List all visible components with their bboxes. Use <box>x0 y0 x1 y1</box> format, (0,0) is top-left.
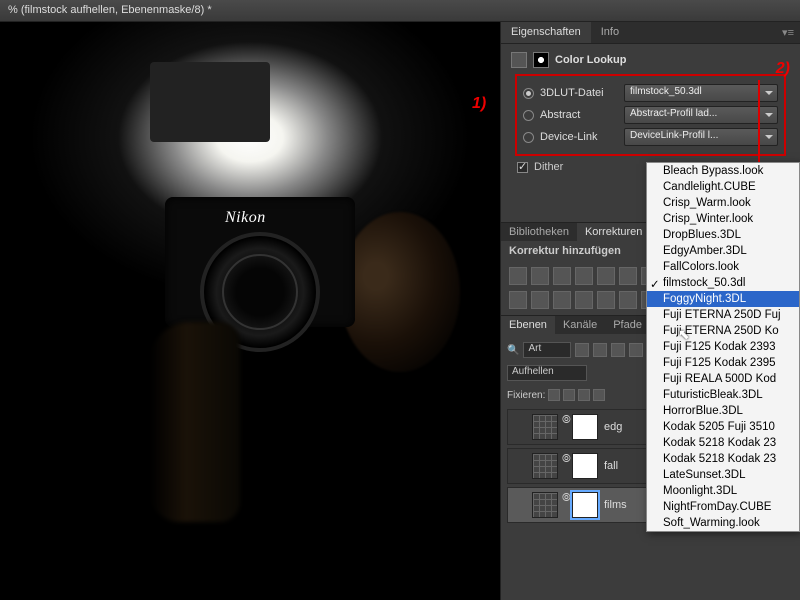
layer-thumb[interactable] <box>532 414 558 440</box>
lut-option[interactable]: Bleach Bypass.look <box>647 163 799 179</box>
checkbox-dither[interactable] <box>517 162 528 173</box>
lut-option[interactable]: FallColors.look <box>647 259 799 275</box>
lock-all-icon[interactable] <box>593 389 605 401</box>
radio-abstract[interactable] <box>523 110 534 121</box>
layer-thumb[interactable] <box>532 492 558 518</box>
adj-brightness-icon[interactable] <box>509 267 527 285</box>
layer-thumb[interactable] <box>532 453 558 479</box>
lock-label: Fixieren: <box>507 390 545 401</box>
dropdown-abstract[interactable]: Abstract-Profil lad... <box>624 106 778 124</box>
lut-option[interactable]: Fuji REALA 500D Kod <box>647 371 799 387</box>
annotation-2: 2) <box>776 60 790 78</box>
lut-option[interactable]: LateSunset.3DL <box>647 467 799 483</box>
lut-option[interactable]: filmstock_50.3dl <box>647 275 799 291</box>
tab-eigenschaften[interactable]: Eigenschaften <box>501 22 591 43</box>
lut-option[interactable]: Fuji ETERNA 250D Fuj <box>647 307 799 323</box>
lut-option[interactable]: Crisp_Winter.look <box>647 211 799 227</box>
label-abstract: Abstract <box>540 109 618 121</box>
adj-channel-mixer-icon[interactable] <box>531 291 549 309</box>
label-devicelink: Device-Link <box>540 131 618 143</box>
lut-option[interactable]: HorrorBlue.3DL <box>647 403 799 419</box>
lut-option[interactable]: Kodak 5218 Kodak 23 <box>647 451 799 467</box>
image-content <box>150 62 270 142</box>
adj-vibrance-icon[interactable] <box>597 267 615 285</box>
tab-korrekturen[interactable]: Korrekturen <box>577 223 650 241</box>
radio-3dlut[interactable] <box>523 88 534 99</box>
blend-mode-dropdown[interactable]: Aufhellen <box>507 365 587 381</box>
dropdown-devicelink[interactable]: DeviceLink-Profil l... <box>624 128 778 146</box>
lut-option[interactable]: Fuji F125 Kodak 2395 <box>647 355 799 371</box>
lut-option[interactable]: NightFromDay.CUBE <box>647 499 799 515</box>
layer-filter-kind[interactable]: Art <box>523 342 571 358</box>
tab-bibliotheken[interactable]: Bibliotheken <box>501 223 577 241</box>
adj-photo-filter-icon[interactable] <box>509 291 527 309</box>
lut-option[interactable]: Kodak 5218 Kodak 23 <box>647 435 799 451</box>
filter-shape-icon[interactable] <box>629 343 643 357</box>
lut-option[interactable]: EdgyAmber.3DL <box>647 243 799 259</box>
tab-info[interactable]: Info <box>591 22 629 43</box>
panel-title: Color Lookup <box>555 54 627 66</box>
adj-exposure-icon[interactable] <box>575 267 593 285</box>
filter-type-icon[interactable] <box>611 343 625 357</box>
filter-pixel-icon[interactable] <box>575 343 589 357</box>
document-title: % (filmstock aufhellen, Ebenenmaske/8) * <box>0 0 800 22</box>
adj-threshold-icon[interactable] <box>619 291 637 309</box>
mask-thumb[interactable] <box>572 492 598 518</box>
mask-thumb[interactable] <box>572 414 598 440</box>
adj-posterize-icon[interactable] <box>597 291 615 309</box>
adj-invert-icon[interactable] <box>575 291 593 309</box>
grid-icon <box>511 52 527 68</box>
adj-lut-icon[interactable] <box>553 291 571 309</box>
link-icon: ⦾ <box>562 414 568 440</box>
lut-option[interactable]: DropBlues.3DL <box>647 227 799 243</box>
adj-hsl-icon[interactable] <box>619 267 637 285</box>
lut-option[interactable]: Moonlight.3DL <box>647 483 799 499</box>
radio-devicelink[interactable] <box>523 132 534 143</box>
lut-option[interactable]: Fuji ETERNA 250D Ko <box>647 323 799 339</box>
label-3dlut: 3DLUT-Datei <box>540 87 618 99</box>
label-dither: Dither <box>534 161 563 173</box>
lut-dropdown-list[interactable]: Bleach Bypass.lookCandlelight.CUBECrisp_… <box>646 162 800 532</box>
canvas-viewport[interactable] <box>0 22 500 600</box>
lut-option[interactable]: Soft_Warming.look <box>647 515 799 531</box>
tab-pfade[interactable]: Pfade <box>605 316 650 334</box>
mask-thumb[interactable] <box>572 453 598 479</box>
annotation-1: 1) <box>472 95 486 113</box>
lut-option[interactable]: Fuji F125 Kodak 2393 <box>647 339 799 355</box>
lock-position-icon[interactable] <box>578 389 590 401</box>
tab-kanale[interactable]: Kanäle <box>555 316 605 334</box>
lut-option[interactable]: FoggyNight.3DL <box>647 291 799 307</box>
mask-icon <box>533 52 549 68</box>
lut-option[interactable]: Candlelight.CUBE <box>647 179 799 195</box>
lut-option[interactable]: Kodak 5205 Fuji 3510 <box>647 419 799 435</box>
lock-pixels-icon[interactable] <box>563 389 575 401</box>
properties-tabs: Eigenschaften Info ▾≡ <box>501 22 800 44</box>
filter-adj-icon[interactable] <box>593 343 607 357</box>
dropdown-3dlut-file[interactable]: filmstock_50.3dl <box>624 84 778 102</box>
lut-option[interactable]: FuturisticBleak.3DL <box>647 387 799 403</box>
adj-levels-icon[interactable] <box>531 267 549 285</box>
annotation-arrow <box>758 80 760 175</box>
lut-option[interactable]: Crisp_Warm.look <box>647 195 799 211</box>
adj-curves-icon[interactable] <box>553 267 571 285</box>
annotation-box: 3DLUT-Datei filmstock_50.3dl Abstract Ab… <box>515 74 786 156</box>
tab-ebenen[interactable]: Ebenen <box>501 316 555 334</box>
panel-menu-icon[interactable]: ▾≡ <box>776 22 800 43</box>
lock-transparent-icon[interactable] <box>548 389 560 401</box>
